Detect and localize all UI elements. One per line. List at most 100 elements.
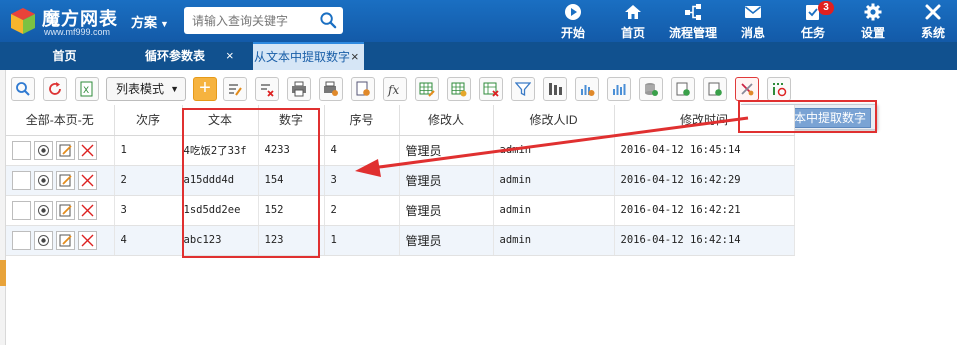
add-record-button[interactable]: + xyxy=(193,77,217,101)
table-row[interactable]: 3 1sd5dd2ee 152 2 管理员 admin 2016-04-12 1… xyxy=(6,195,795,226)
export-excel-button[interactable]: X xyxy=(75,77,99,101)
table-delete-button[interactable] xyxy=(479,77,503,101)
row-actions xyxy=(6,165,115,196)
view-button[interactable] xyxy=(34,200,53,220)
extract-numbers-button[interactable] xyxy=(735,77,759,101)
tab-home[interactable]: 首页 xyxy=(0,42,129,70)
logo[interactable]: 魔方网表 www.mf999.com xyxy=(8,4,123,38)
delete-row-button[interactable] xyxy=(78,140,97,160)
export-icon xyxy=(708,82,722,96)
nav-home[interactable]: 首页 xyxy=(603,0,663,42)
column-settings-button[interactable] xyxy=(543,77,567,101)
col-header-number[interactable]: 数字 xyxy=(258,105,325,136)
data-table: 全部-本页-无 次序 文本 数字 序号 修改人 修改人ID 修改时间 1 4吃饭… xyxy=(6,105,795,256)
row-checkbox[interactable] xyxy=(12,230,31,250)
cell-number: 154 xyxy=(258,165,325,196)
scheme-label: 方案 xyxy=(131,15,158,30)
edit-row-button[interactable] xyxy=(56,170,75,190)
batch-button[interactable] xyxy=(767,77,791,101)
svg-text:fx: fx xyxy=(387,83,399,97)
cell-modifier-id: admin xyxy=(493,165,615,196)
batch-icon xyxy=(773,83,787,97)
nav-settings[interactable]: 设置 xyxy=(843,0,903,42)
close-icon[interactable]: × xyxy=(351,44,359,70)
chart-settings-button[interactable] xyxy=(575,77,599,101)
delete-row-button[interactable] xyxy=(78,200,97,220)
cell-seq: 1 xyxy=(324,225,400,256)
logo-cube-icon xyxy=(11,8,35,34)
play-icon xyxy=(565,4,581,20)
row-actions xyxy=(6,225,115,256)
view-button[interactable] xyxy=(34,140,53,160)
refresh-button[interactable] xyxy=(43,77,67,101)
delete-button[interactable] xyxy=(255,77,279,101)
search-input[interactable] xyxy=(192,11,318,30)
close-icon[interactable]: × xyxy=(226,42,234,70)
nav-system[interactable]: 系统 xyxy=(903,0,957,42)
form-settings-button[interactable] xyxy=(351,77,375,101)
view-button[interactable] xyxy=(34,230,53,250)
table-edit-button[interactable] xyxy=(415,77,439,101)
cell-modified: 2016-04-12 16:42:14 xyxy=(614,225,795,256)
db-export-button[interactable] xyxy=(639,77,663,101)
col-header-select[interactable]: 全部-本页-无 xyxy=(6,105,115,136)
list-mode-dropdown[interactable]: 列表模式 ▼ xyxy=(106,77,186,101)
import-button[interactable] xyxy=(671,77,695,101)
print-button[interactable] xyxy=(287,77,311,101)
grid-toolbar: X 列表模式 ▼ + fx xyxy=(6,73,957,105)
sidebar-toggle-handle[interactable] xyxy=(0,260,6,286)
table-row[interactable]: 1 4吃饭2了33f 4233 4 管理员 admin 2016-04-12 1… xyxy=(6,135,795,166)
delete-row-button[interactable] xyxy=(78,230,97,250)
search-button[interactable] xyxy=(11,77,35,101)
database-arrow-icon xyxy=(645,83,658,96)
nav-start[interactable]: 开始 xyxy=(543,0,603,42)
table-row[interactable]: 2 a15ddd4d 154 3 管理员 admin 2016-04-12 16… xyxy=(6,165,795,196)
col-header-modified[interactable]: 修改时间 xyxy=(614,105,795,136)
table-row[interactable]: 4 abc123 123 1 管理员 admin 2016-04-12 16:4… xyxy=(6,225,795,256)
cell-number: 152 xyxy=(258,195,325,226)
scheme-dropdown[interactable]: 方案 ▼ xyxy=(131,12,169,31)
tab-loop-params[interactable]: 循环参数表 × xyxy=(129,42,253,70)
home-icon xyxy=(625,5,641,19)
tab-extract-numbers[interactable]: 从文本中提取数字 × xyxy=(253,42,364,70)
edit-row-button[interactable] xyxy=(56,140,75,160)
nav-workflow[interactable]: 流程管理 xyxy=(663,0,723,42)
view-icon xyxy=(38,234,49,246)
row-checkbox[interactable] xyxy=(12,200,31,220)
delete-list-icon xyxy=(261,84,274,97)
row-actions xyxy=(6,135,115,166)
table-add-button[interactable] xyxy=(447,77,471,101)
col-header-order[interactable]: 次序 xyxy=(114,105,183,136)
formula-button[interactable]: fx xyxy=(383,77,407,101)
col-header-modifier[interactable]: 修改人 xyxy=(399,105,494,136)
close-icon xyxy=(81,144,94,156)
nav-label: 流程管理 xyxy=(668,26,717,40)
nav-task[interactable]: 3 任务 xyxy=(783,0,843,42)
chart-button[interactable] xyxy=(607,77,631,101)
nav-message[interactable]: 消息 xyxy=(723,0,783,42)
cell-text: a15ddd4d xyxy=(182,165,259,196)
close-icon xyxy=(81,234,94,246)
tab-label: 从文本中提取数字 xyxy=(254,50,351,64)
search-icon[interactable] xyxy=(319,11,338,30)
tools-icon xyxy=(925,4,941,20)
col-header-seq[interactable]: 序号 xyxy=(324,105,400,136)
document-gear-icon xyxy=(356,81,370,96)
row-checkbox[interactable] xyxy=(12,170,31,190)
col-header-modifier-id[interactable]: 修改人ID xyxy=(493,105,615,136)
export-button[interactable] xyxy=(703,77,727,101)
tab-label: 循环参数表 xyxy=(145,49,206,63)
delete-row-button[interactable] xyxy=(78,170,97,190)
filter-button[interactable] xyxy=(511,77,535,101)
row-checkbox[interactable] xyxy=(12,140,31,160)
close-icon xyxy=(81,204,94,216)
table-delete-icon xyxy=(483,82,499,97)
edit-row-button[interactable] xyxy=(56,200,75,220)
view-button[interactable] xyxy=(34,170,53,190)
print-setup-button[interactable] xyxy=(319,77,343,101)
edit-row-button[interactable] xyxy=(56,230,75,250)
table-edit-icon xyxy=(419,82,435,97)
col-header-text[interactable]: 文本 xyxy=(182,105,259,136)
cell-order: 1 xyxy=(114,135,183,166)
edit-button[interactable] xyxy=(223,77,247,101)
